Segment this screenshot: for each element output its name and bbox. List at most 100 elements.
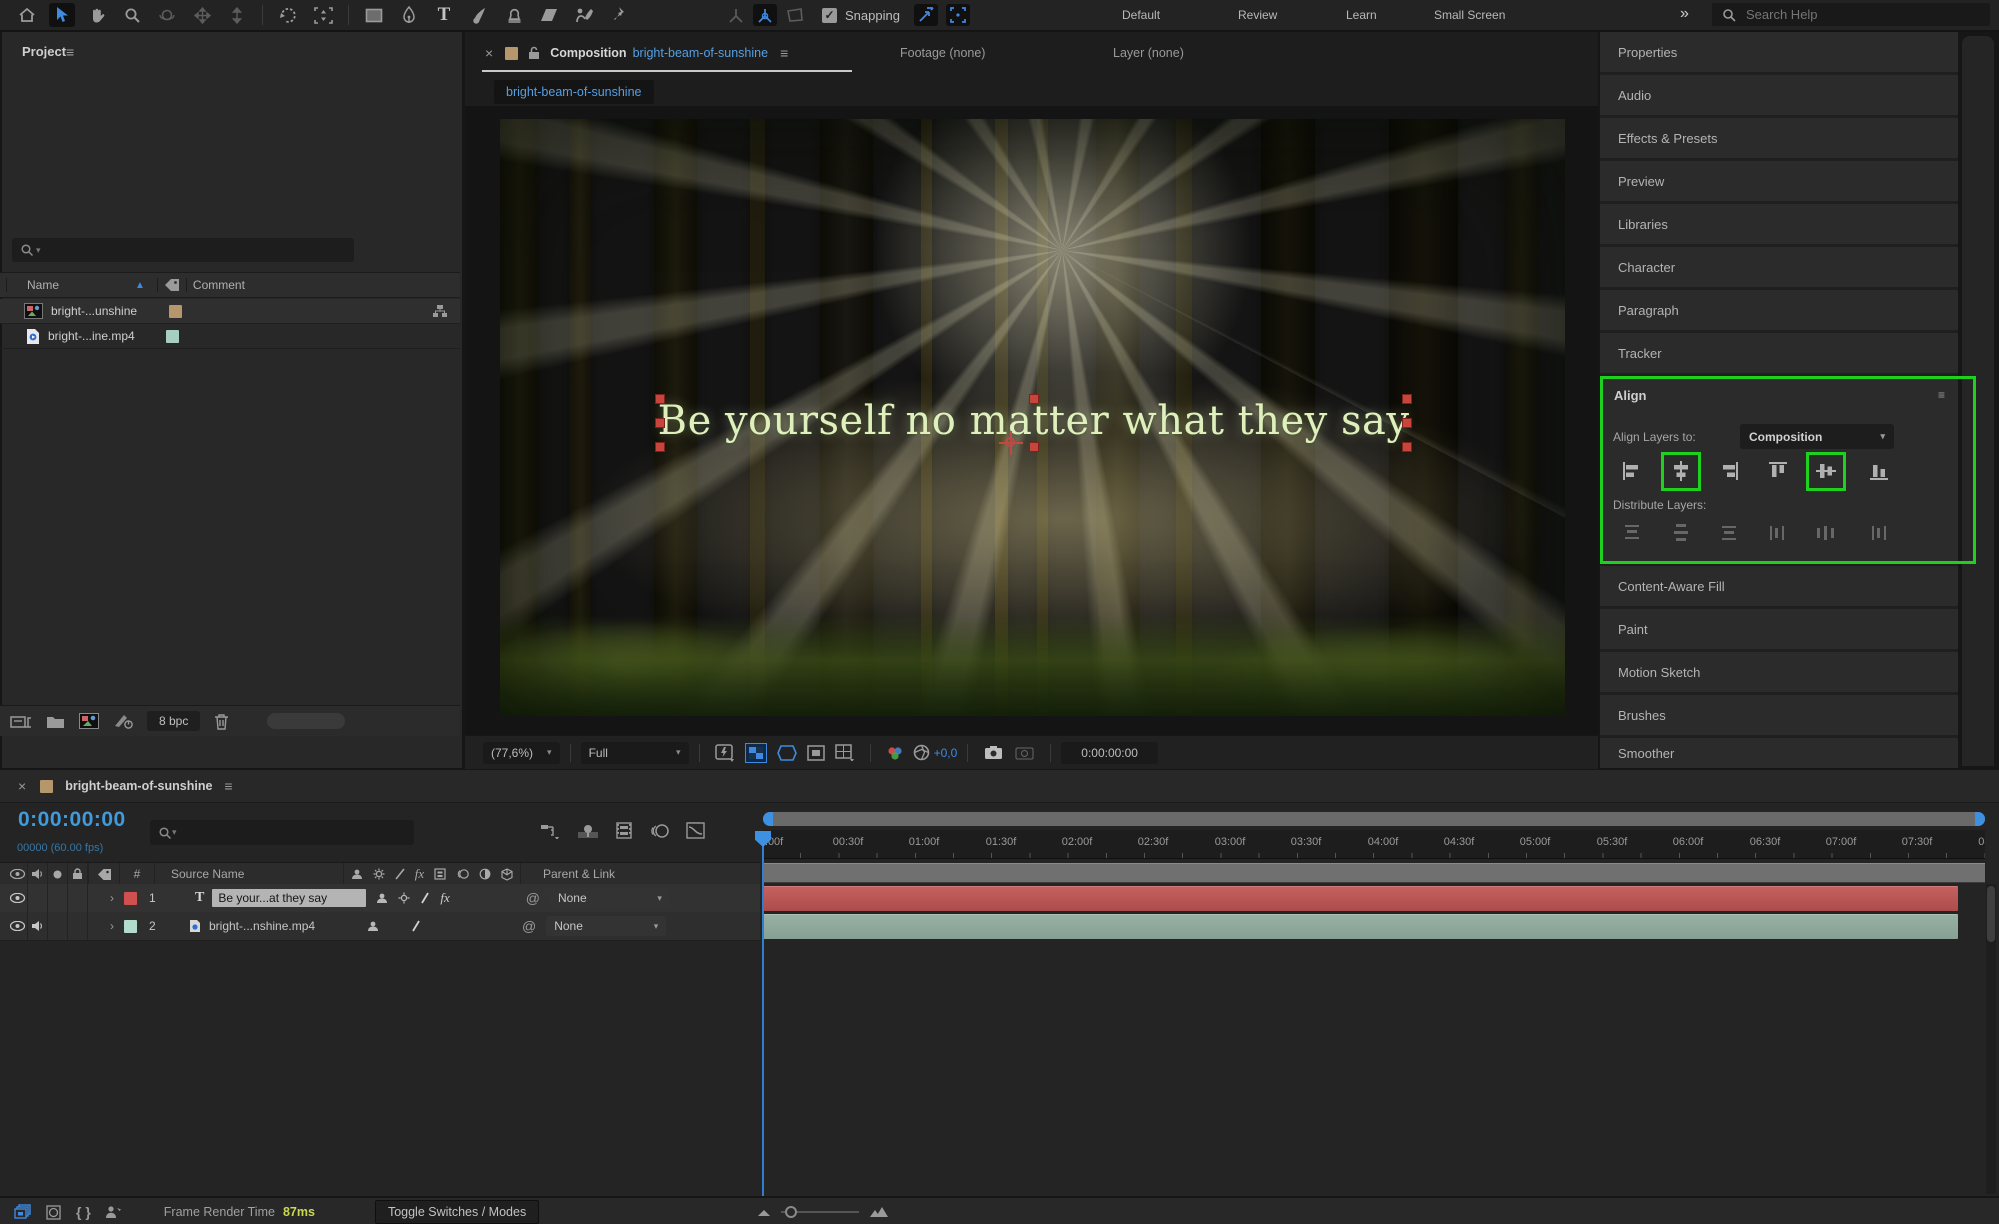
viewer-tab-prefix[interactable]: Composition [550,46,626,60]
panel-tab-paint[interactable]: Paint [1600,609,1958,649]
align-panel-title[interactable]: Align [1614,388,1647,403]
distribute-vertical-center-button[interactable] [1668,520,1694,546]
project-panel-menu-icon[interactable]: ≡ [66,44,74,60]
zoom-slider-track[interactable] [781,1206,860,1218]
expressions-icon[interactable]: { } [76,1204,91,1220]
viewer-tab-menu-icon[interactable]: ≡ [780,45,788,61]
zoom-in-mountain-icon[interactable] [869,1206,889,1218]
parent-dropdown[interactable]: None ▾ [546,916,667,936]
region-of-interest-icon[interactable] [806,744,825,761]
comp-breadcrumb[interactable]: bright-beam-of-sunshine [494,80,654,104]
render-multiple-frames-icon[interactable] [14,1204,32,1220]
workspace-overflow-icon[interactable]: » [1680,5,1689,23]
rectangle-tool[interactable] [361,3,387,27]
magnification-dropdown[interactable]: (77,6%) ▾ [483,741,560,764]
workspace-learn[interactable]: Learn [1346,8,1377,22]
project-row-footage[interactable]: bright-...ine.mp4 [0,324,460,349]
tab-layer[interactable]: Layer (none) [1113,46,1184,60]
dock-edge-strip[interactable] [1962,36,1994,766]
column-parent-link-label[interactable]: Parent & Link [543,867,615,881]
panel-tab-character[interactable]: Character [1600,247,1958,287]
audio-icon[interactable] [28,912,48,940]
layer-row-2[interactable]: › 2 bright-...nshine.mp4 @ None ▾ [0,912,760,941]
time-ruler[interactable]: 0:00f 00:30f 01:00f 01:30f 02:00f 02:30f… [763,830,1985,859]
selection-handle-bottom-left[interactable] [654,442,665,453]
show-snapshot-icon[interactable] [1015,745,1034,760]
distribute-top-button[interactable] [1619,520,1645,546]
project-item-name[interactable]: bright-...unshine [51,304,163,318]
mask-visibility-icon[interactable] [776,744,797,761]
close-tab-icon[interactable]: × [18,778,26,794]
align-left-button[interactable] [1619,458,1645,484]
panel-tab-audio[interactable]: Audio [1600,75,1958,115]
layer-name-selected[interactable]: Be your...at they say [212,889,367,907]
timeline-tab-menu-icon[interactable]: ≡ [224,778,232,794]
shy-switch-icon[interactable] [367,920,379,932]
transparency-grid-icon[interactable] [744,742,767,763]
author-icon[interactable] [105,1205,122,1219]
roto-brush-tool[interactable] [571,3,597,27]
title-text[interactable]: Be yourself no matter what they say [658,398,1410,444]
selection-handle-bottom-right[interactable] [1402,442,1413,453]
layer-row-1[interactable]: › 1 T Be your...at they say fx @ None ▾ [0,884,760,913]
snap-bounding-box-icon[interactable] [945,4,970,26]
workspace-small-screen[interactable]: Small Screen [1434,8,1505,22]
type-tool[interactable]: T [431,3,457,27]
parent-pickwhip-icon[interactable]: @ [522,918,536,934]
comp-label-swatch[interactable] [505,46,519,60]
audio-toggle-empty[interactable] [28,884,48,912]
snapping-checkbox[interactable]: ✓ [822,7,837,23]
local-axis-mode-icon[interactable] [727,7,745,24]
align-panel-menu-icon[interactable]: ≡ [1938,388,1945,402]
panel-tab-content-aware-fill[interactable]: Content-Aware Fill [1600,566,1958,606]
resolution-dropdown[interactable]: Full ▾ [580,741,689,764]
layer-name[interactable]: bright-...nshine.mp4 [209,919,357,933]
motion-blur-icon[interactable] [649,823,669,839]
selection-handle-top-right[interactable] [1402,393,1413,404]
selection-handle-mid-right[interactable] [1402,418,1413,429]
panel-tab-properties[interactable]: Properties [1600,32,1958,72]
lock-icon[interactable] [528,46,540,60]
project-search-box[interactable]: ▾ [12,238,354,262]
distribute-right-button[interactable] [1866,520,1892,546]
timeline-tab-title[interactable]: bright-beam-of-sunshine [65,779,212,793]
selection-handle-top-center[interactable] [1028,393,1039,404]
project-footer-scroll-pill[interactable] [267,713,346,729]
text-layer-bounding-box[interactable]: Be yourself no matter what they say [654,393,1413,456]
rotation-tool[interactable] [275,3,301,27]
panel-tab-smoother[interactable]: Smoother [1600,738,1958,768]
workspace-review[interactable]: Review [1238,8,1277,22]
playhead-line[interactable] [762,846,764,1196]
frame-blending-icon[interactable] [616,822,632,839]
timeline-navigator-bar[interactable] [763,812,1985,826]
parent-dropdown[interactable]: None ▾ [549,888,670,908]
bit-depth-button[interactable]: 8 bpc [147,711,201,731]
camera-track-tool[interactable] [310,3,336,27]
comp-label-swatch[interactable] [40,779,54,793]
composition-mini-flowchart-icon[interactable] [540,823,560,839]
graph-editor-icon[interactable] [686,822,705,839]
eye-icon[interactable] [8,912,28,940]
home-icon[interactable] [14,3,40,27]
hand-tool[interactable] [84,3,110,27]
timeline-search-box[interactable]: ▾ [150,820,414,845]
project-row-composition[interactable]: bright-...unshine [0,299,460,324]
world-axis-mode-icon[interactable] [753,4,777,26]
snap-features-icon[interactable] [913,4,938,26]
new-composition-icon[interactable] [79,713,99,729]
layer-color-swatch[interactable] [124,891,137,905]
distribute-horizontal-center-button[interactable] [1813,520,1839,546]
align-horizontal-center-button[interactable] [1668,458,1694,484]
anchor-point-crosshair[interactable] [999,431,1024,456]
close-tab-icon[interactable]: × [485,45,493,61]
align-top-button[interactable] [1765,458,1791,484]
label-swatch[interactable] [169,304,182,318]
solo-toggle-empty[interactable] [48,912,68,940]
selection-handle-mid-left[interactable] [654,418,665,429]
orbit-camera-tool[interactable] [154,3,180,27]
viewer-timecode[interactable]: 0:00:00:00 [1061,741,1158,764]
layer-color-swatch[interactable] [124,919,137,933]
navigator-left-grip[interactable] [763,812,773,826]
puppet-pin-tool[interactable] [606,3,632,27]
dolly-camera-tool[interactable] [224,3,250,27]
